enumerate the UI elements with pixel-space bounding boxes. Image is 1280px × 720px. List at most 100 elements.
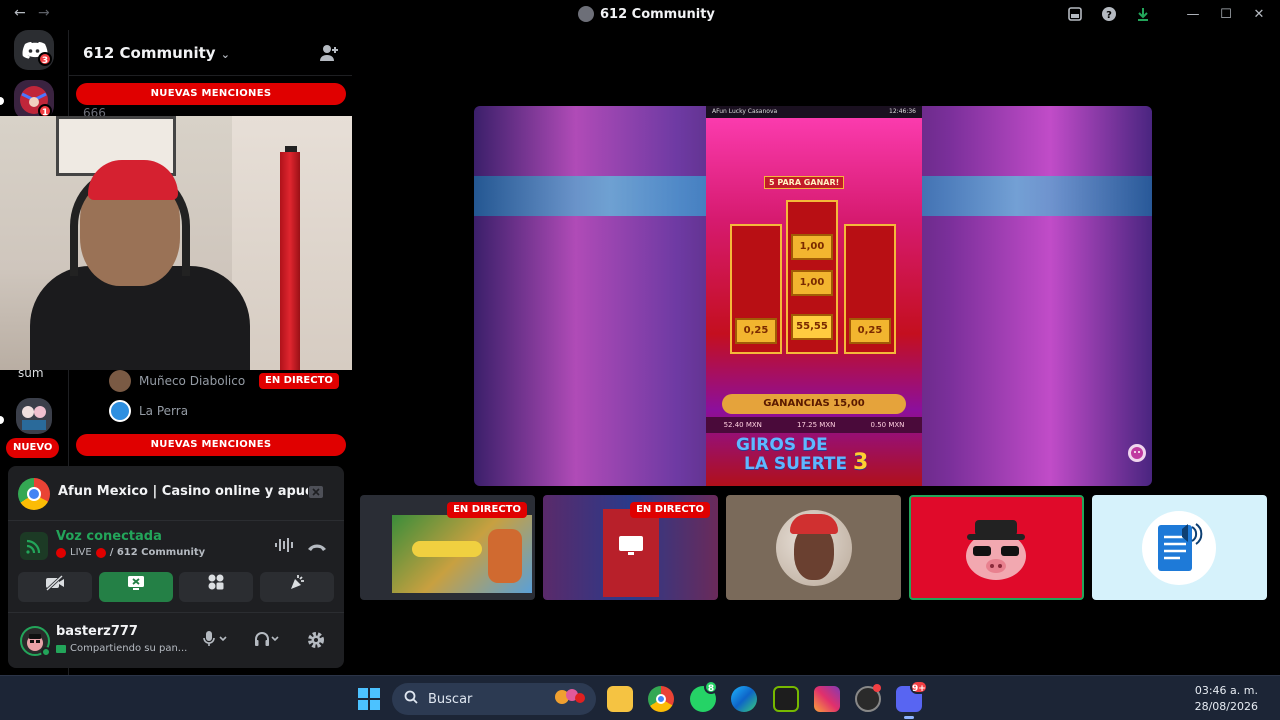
voice-user-row[interactable]: Muñeco Diabolico <box>109 370 245 392</box>
back-arrow-icon[interactable]: ← <box>14 5 26 21</box>
title-bar: ← → 612 Community ? — ☐ ✕ <box>0 0 1280 30</box>
reel-left: 0,25 <box>730 224 782 354</box>
voice-user-name: La Perra <box>139 404 189 418</box>
search-highlight-icon <box>552 686 588 712</box>
search-placeholder: Buscar <box>428 691 473 707</box>
soundboard-button[interactable] <box>260 572 334 602</box>
username[interactable]: basterz777 <box>56 624 138 639</box>
live-dot-icon <box>95 547 106 558</box>
slot-header: AFun Lucky Casanova 12:46:36 <box>706 106 922 118</box>
forward-arrow-icon[interactable]: → <box>38 5 50 21</box>
reel-tile: 0,25 <box>735 318 777 344</box>
slot-banner: 5 PARA GANAR! <box>764 176 845 189</box>
online-status-icon <box>41 647 51 657</box>
avatar <box>109 370 131 392</box>
whatsapp-icon[interactable]: 8 <box>690 680 718 712</box>
minimize-icon[interactable]: — <box>1184 6 1202 24</box>
new-mentions-bottom[interactable]: NUEVAS MENCIONES <box>76 434 346 456</box>
settings-gear-icon[interactable] <box>306 630 326 654</box>
discord-taskbar-icon[interactable]: 9+ <box>896 680 928 712</box>
new-badge[interactable]: NUEVO <box>6 438 60 458</box>
server-icon-anime[interactable]: 1 <box>14 80 54 120</box>
chrome-icon <box>18 478 50 510</box>
voice-waveform-icon[interactable] <box>274 536 294 558</box>
voice-user-name: Muñeco Diabolico <box>139 374 246 388</box>
activities-button[interactable] <box>179 572 253 602</box>
main-stream-video[interactable]: AFun Lucky Casanova 12:46:36 5 PARA GANAR… <box>474 106 1152 486</box>
bet-info-bar: 52.40 MXN 17.25 MXN 0.50 MXN <box>706 417 922 433</box>
file-explorer-icon[interactable] <box>607 686 633 712</box>
thumb-slot-image <box>392 515 532 593</box>
live-dot-icon <box>56 547 66 558</box>
reel-tile: 0,25 <box>849 318 891 344</box>
taskbar-search[interactable]: Buscar <box>392 683 596 715</box>
webcam-overlay <box>0 116 352 370</box>
screen-share-button[interactable] <box>99 572 173 602</box>
search-icon <box>404 690 418 708</box>
activity-title[interactable]: Afun Mexico | Casino online y apues... <box>58 484 308 499</box>
disconnect-icon[interactable] <box>306 538 328 557</box>
camera-off-button[interactable] <box>18 572 92 602</box>
server-header[interactable]: 612 Community ⌄ <box>69 30 353 76</box>
voice-channel-info: LIVE / 612 Community <box>56 547 205 558</box>
live-badge: EN DIRECTO <box>630 502 710 518</box>
thumb-character <box>488 529 522 583</box>
participant-tile-1[interactable] <box>726 495 901 600</box>
stream-thumbnail-2[interactable]: EN DIRECTO <box>543 495 718 600</box>
reel-tile: 55,55 <box>791 314 833 340</box>
giros-de-la-suerte: GIROS DE LA SUERTE 3 <box>736 435 869 475</box>
new-mentions-top[interactable]: NUEVAS MENCIONES <box>76 83 346 105</box>
svg-text:?: ? <box>1106 10 1112 21</box>
unread-indicator-2 <box>0 416 4 424</box>
discord-badge: 9+ <box>910 680 928 694</box>
user-avatar[interactable] <box>20 626 51 657</box>
stream-thumbnail-1[interactable]: EN DIRECTO <box>360 495 535 600</box>
nvidia-icon[interactable] <box>773 686 799 712</box>
screen-icon <box>56 644 66 653</box>
server-icon-group[interactable] <box>16 398 52 434</box>
winnings-bar: GANANCIAS 15,00 <box>722 394 906 414</box>
signal-icon[interactable] <box>20 532 48 560</box>
maximize-icon[interactable]: ☐ <box>1217 6 1235 24</box>
red-cap <box>88 160 178 200</box>
system-clock[interactable]: 03:46 a. m. 28/08/2026 <box>1195 683 1258 715</box>
server-name[interactable]: 612 Community ⌄ <box>83 44 230 62</box>
active-app-indicator <box>904 716 914 719</box>
windows-start-icon[interactable] <box>356 686 382 712</box>
discord-home-icon[interactable]: 3 <box>14 30 54 70</box>
obs-icon[interactable] <box>855 684 881 712</box>
stream-stage: AFun Lucky Casanova 12:46:36 5 PARA GANAR… <box>352 30 1280 675</box>
red-pole <box>280 152 300 370</box>
participant-tile-speaking[interactable] <box>909 495 1084 600</box>
add-member-icon[interactable] <box>319 44 339 66</box>
edge-icon[interactable] <box>731 686 757 712</box>
voice-panel: Afun Mexico | Casino online y apues... V… <box>8 466 344 668</box>
activity-close-icon[interactable] <box>308 484 324 503</box>
help-icon[interactable]: ? <box>1100 6 1118 24</box>
chevron-down-icon: ⌄ <box>220 48 231 61</box>
microphone-icon[interactable] <box>202 630 228 651</box>
stream-watcher-icon[interactable] <box>1128 444 1146 462</box>
live-badge: EN DIRECTO <box>447 502 527 518</box>
unread-indicator <box>0 97 4 105</box>
user-status: Compartiendo su pan... <box>56 643 187 654</box>
close-icon[interactable]: ✕ <box>1250 6 1268 24</box>
home-badge: 3 <box>38 52 52 66</box>
thumb-coins <box>412 541 482 557</box>
headphones-icon[interactable] <box>254 630 280 652</box>
server-icon <box>578 6 594 22</box>
reel-tile: 1,00 <box>791 270 833 296</box>
voice-status[interactable]: Voz conectada <box>56 529 162 544</box>
instagram-icon[interactable] <box>814 686 840 712</box>
chrome-taskbar-icon[interactable] <box>648 686 674 712</box>
participant-tile-2[interactable] <box>1092 495 1267 600</box>
download-icon[interactable] <box>1134 6 1152 24</box>
document-audio-icon <box>1142 511 1216 585</box>
windows-taskbar: Buscar 8 9+ 03:46 a. m. 28/08/2026 <box>0 675 1280 720</box>
voice-user-row[interactable]: La Perra <box>109 400 188 422</box>
reel-right: 0,25 <box>844 224 896 354</box>
reel-tile: 1,00 <box>791 234 833 260</box>
inbox-icon[interactable] <box>1066 6 1084 24</box>
avatar <box>109 400 131 422</box>
reel-center: 1,00 1,00 55,55 <box>786 200 838 354</box>
